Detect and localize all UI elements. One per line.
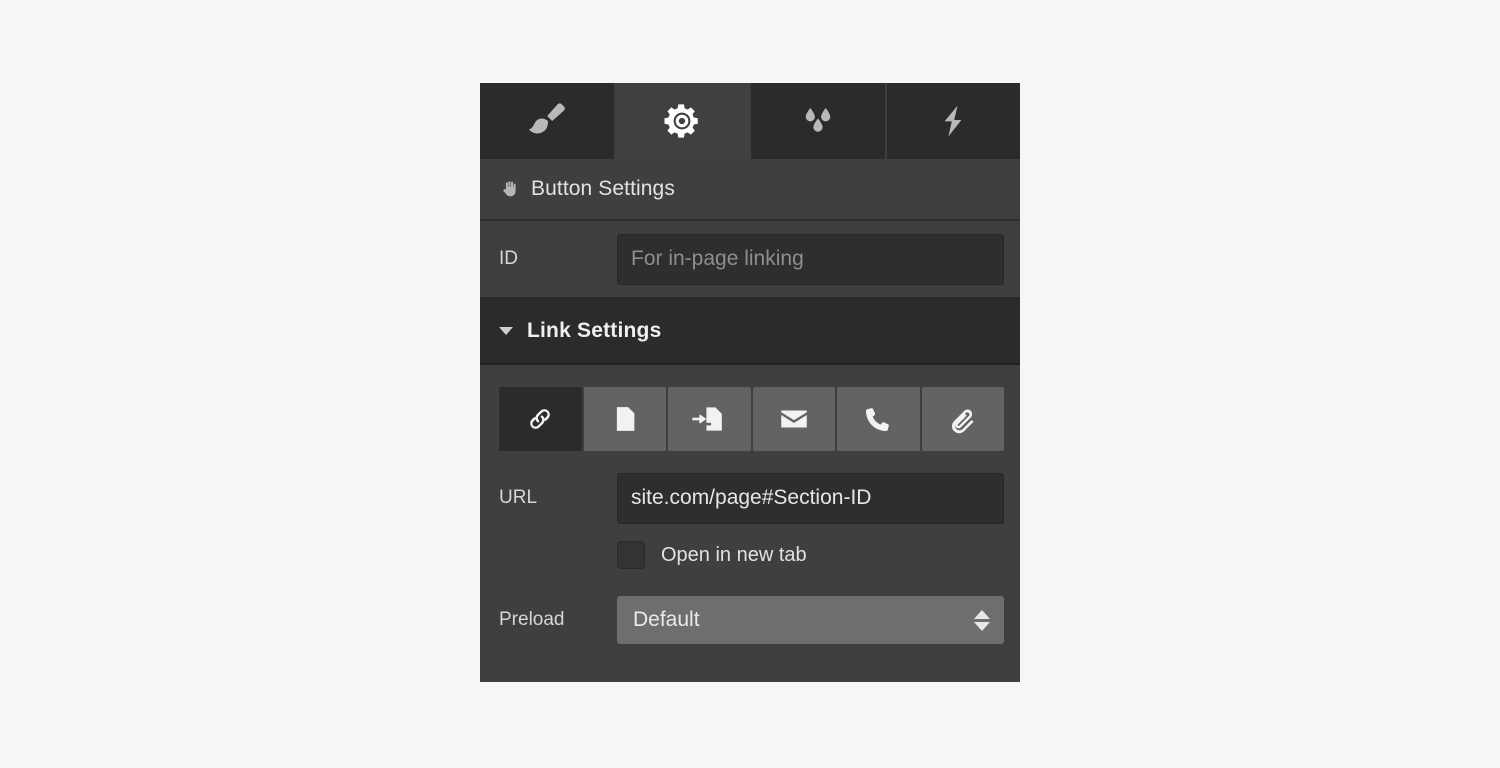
paintbrush-icon	[524, 98, 570, 144]
preload-label: Preload	[499, 609, 565, 630]
preload-select[interactable]: Default	[617, 596, 1004, 644]
gear-icon	[661, 100, 703, 142]
stepper-down-arrow	[974, 621, 990, 631]
water-drops-icon	[795, 98, 841, 144]
tab-interactions[interactable]	[886, 83, 1020, 159]
link-type-page-button[interactable]	[583, 387, 666, 451]
id-input[interactable]: For in-page linking	[617, 233, 1004, 285]
link-type-section	[480, 365, 1020, 451]
chevron-down-icon	[499, 327, 513, 335]
link-settings-header[interactable]: Link Settings	[480, 299, 1020, 365]
link-type-url-button[interactable]	[499, 387, 582, 451]
panel-filler	[480, 651, 1020, 682]
tab-style[interactable]	[480, 83, 616, 159]
page-title: Button Settings	[531, 177, 675, 200]
id-label: ID	[499, 248, 518, 269]
button-settings-header: Button Settings	[480, 159, 1020, 221]
hand-icon	[499, 178, 521, 200]
id-row: ID For in-page linking	[480, 221, 1020, 299]
settings-panel: Button Settings ID For in-page linking L…	[480, 83, 1020, 682]
stepper-up-arrow	[974, 609, 990, 619]
paperclip-icon	[946, 402, 980, 436]
link-type-email-button[interactable]	[752, 387, 835, 451]
url-label: URL	[499, 487, 538, 508]
panel-tab-strip	[480, 83, 1020, 159]
up-down-stepper-icon[interactable]	[974, 609, 990, 631]
link-type-file-button[interactable]	[921, 387, 1004, 451]
link-type-section-button[interactable]	[668, 387, 751, 451]
preload-selected-value: Default	[633, 608, 700, 631]
lightning-bolt-icon	[932, 100, 974, 142]
envelope-icon	[777, 402, 811, 436]
url-input[interactable]: site.com/page#Section-ID	[617, 472, 1004, 524]
tab-effects[interactable]	[751, 83, 887, 159]
open-new-tab-row: Open in new tab	[480, 529, 1020, 581]
preload-row: Preload Default	[480, 589, 1020, 651]
tab-settings[interactable]	[615, 83, 751, 159]
url-row: URL site.com/page#Section-ID	[480, 467, 1020, 529]
link-type-phone-button[interactable]	[837, 387, 920, 451]
phone-handset-icon	[862, 403, 894, 435]
link-settings-title: Link Settings	[527, 319, 662, 342]
page-document-icon	[610, 404, 640, 434]
arrow-into-page-icon	[691, 401, 727, 437]
open-new-tab-checkbox[interactable]	[617, 541, 645, 569]
link-type-button-group	[499, 387, 1004, 451]
open-new-tab-label: Open in new tab	[661, 543, 807, 566]
link-chain-icon	[523, 402, 557, 436]
